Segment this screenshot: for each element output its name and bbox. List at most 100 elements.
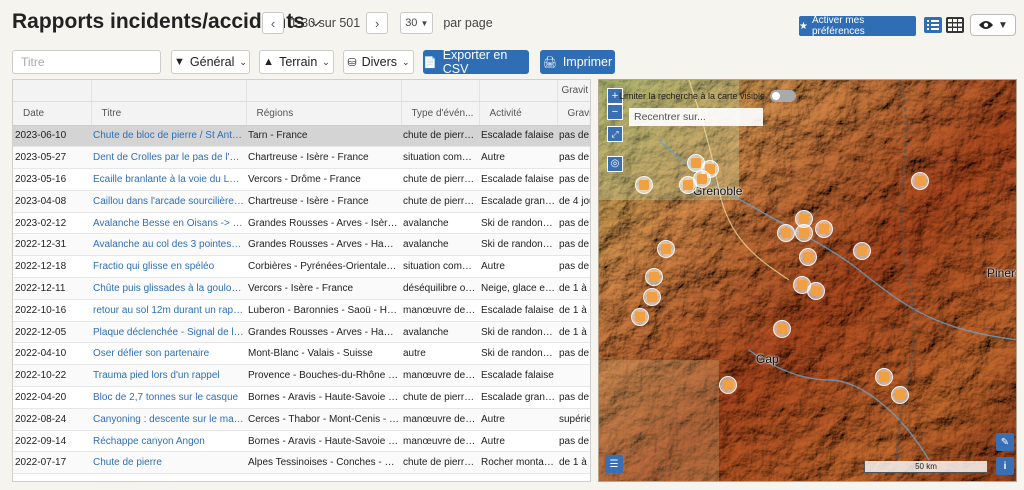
eye-icon: [979, 21, 994, 29]
cell-title[interactable]: Trauma pied lors d'un rappel: [91, 364, 246, 388]
cell-gravity: pas de b: [557, 168, 590, 191]
incident-marker[interactable]: [777, 224, 795, 242]
column-header-title[interactable]: Titre: [91, 101, 247, 126]
cell-title[interactable]: Canyoning : descente sur le mauvais...: [91, 408, 246, 431]
prev-page-button[interactable]: ‹: [262, 12, 284, 34]
zoom-out-button[interactable]: −: [607, 104, 623, 120]
table-row[interactable]: 2022-10-16 retour au sol 12m durant un ra…: [13, 299, 590, 322]
cell-title[interactable]: Caillou dans l'arcade sourcilière aux...: [91, 190, 246, 213]
cell-title[interactable]: Plaque déclenchée - Signal de la Gr...: [91, 321, 246, 344]
recenter-input[interactable]: [629, 108, 763, 126]
table-row[interactable]: 2023-05-27 Dent de Crolles par le pas de …: [13, 146, 590, 170]
table-row[interactable]: 2022-07-17 Chute de pierre Alpes Tessinois…: [13, 451, 590, 475]
incident-marker[interactable]: [631, 308, 649, 326]
cell-title[interactable]: Ecaille branlante à la voie du Levant: [91, 168, 246, 191]
locate-button[interactable]: ◎: [607, 156, 623, 172]
cell-activity: Escalade falaise: [479, 168, 557, 191]
incident-marker[interactable]: [799, 248, 817, 266]
edit-button[interactable]: ✎: [996, 433, 1014, 451]
column-header-date[interactable]: Date: [13, 101, 92, 126]
cell-event-type: situation comple...: [401, 255, 479, 279]
cell-region: Alpes Tessinoises - Conches - Goms...: [246, 451, 401, 475]
cell-activity: Neige, glace et ...: [479, 277, 557, 300]
cell-date: 2023-05-27: [13, 146, 91, 170]
table-row[interactable]: 2022-12-05 Plaque déclenchée - Signal de …: [13, 321, 590, 344]
cell-title[interactable]: Avalanche au col des 3 pointes, sans...: [91, 233, 246, 257]
table-row[interactable]: 2022-12-11 Chûte puis glissades à la goul…: [13, 277, 590, 300]
cell-title[interactable]: Chute de bloc de pierre / St Antonin: [91, 125, 246, 148]
cell-title[interactable]: Bloc de 2,7 tonnes sur le casque: [91, 386, 246, 409]
incident-marker[interactable]: [645, 268, 663, 286]
table-row[interactable]: 2022-04-20 Bloc de 2,7 tonnes sur le casq…: [13, 386, 590, 409]
incident-marker[interactable]: [853, 242, 871, 260]
table-row[interactable]: 2022-04-10 Oser défier son partenaire Mont…: [13, 342, 590, 366]
per-page-select[interactable]: 30 ▼: [400, 12, 434, 34]
title-search-input[interactable]: [12, 50, 161, 74]
map-panel[interactable]: + − ⤢ ◎ Limiter la recherche à la carte …: [598, 79, 1017, 482]
incident-marker-icon: [777, 324, 787, 334]
incident-marker-icon: [811, 286, 821, 296]
incident-marker-icon: [635, 312, 645, 322]
fullscreen-button[interactable]: ⤢: [607, 126, 623, 142]
table-row[interactable]: 2023-05-16 Ecaille branlante à la voie du…: [13, 168, 590, 191]
print-label: Imprimer: [562, 55, 613, 69]
incident-marker[interactable]: [719, 376, 737, 394]
terrain-filter-button[interactable]: ▲ Terrain ⌄: [259, 50, 334, 74]
table-row[interactable]: 2022-12-31 Avalanche au col des 3 pointes…: [13, 233, 590, 257]
limit-toggle[interactable]: [770, 90, 797, 102]
cell-title[interactable]: Fractio qui glisse en spéléo: [91, 255, 246, 279]
print-button[interactable]: 🖨 Imprimer: [540, 50, 615, 74]
general-filter-label: Général: [189, 55, 235, 69]
column-header-gravity[interactable]: Gravit: [557, 101, 590, 126]
visibility-menu-button[interactable]: ▼: [970, 14, 1016, 36]
cell-activity: Escalade falaise: [479, 299, 557, 322]
layers-button[interactable]: ☰: [605, 455, 623, 473]
cell-title[interactable]: Avalanche Besse en Oisans -> plateau: [91, 212, 246, 235]
incident-marker[interactable]: [643, 288, 661, 306]
export-csv-button[interactable]: 📄 Exporter en CSV: [423, 48, 529, 76]
cell-title[interactable]: Dent de Crolles par le pas de l'oeil: [91, 146, 246, 170]
incident-marker[interactable]: [795, 224, 813, 242]
limit-to-visible-map[interactable]: Limiter la recherche à la carte visible: [619, 90, 797, 102]
table-row[interactable]: 2022-09-14 Réchappe canyon Angon Bornes - …: [13, 430, 590, 453]
incident-marker[interactable]: [875, 368, 893, 386]
next-page-button[interactable]: ›: [366, 12, 389, 34]
cell-region: Chartreuse - Isère - France: [246, 146, 401, 170]
activate-preferences-button[interactable]: ★ Activer mes préférences: [799, 15, 916, 37]
general-filter-button[interactable]: ▼ Général ⌄: [171, 50, 250, 74]
column-header-activity[interactable]: Activité: [479, 101, 558, 126]
incident-marker[interactable]: [635, 176, 653, 194]
table-row[interactable]: 2022-12-18 Fractio qui glisse en spéléo Co…: [13, 255, 590, 279]
table-row[interactable]: 2022-08-24 Canyoning : descente sur le ma…: [13, 408, 590, 431]
page-title-text: Rapports incidents/accidents: [12, 10, 305, 33]
table-row[interactable]: 2022-10-22 Trauma pied lors d'un rappel Pr…: [13, 364, 590, 388]
table-row[interactable]: 2023-04-08 Caillou dans l'arcade sourcili…: [13, 190, 590, 213]
chevron-down-icon: ⌄: [402, 56, 410, 67]
incident-marker[interactable]: [679, 176, 697, 194]
divers-filter-button[interactable]: ⛁ Divers ⌄: [343, 50, 414, 74]
incident-marker-icon: [691, 158, 701, 168]
cell-event-type: chute de pierre/...: [401, 125, 479, 148]
plus-icon: +: [611, 89, 619, 102]
cell-region: Vercors - Drôme - France: [246, 168, 401, 191]
incident-marker[interactable]: [911, 172, 929, 190]
cell-title[interactable]: retour au sol 12m durant un rappel: [91, 299, 246, 322]
column-header-regions[interactable]: Régions: [246, 101, 402, 126]
info-button[interactable]: i: [996, 457, 1014, 475]
incident-marker[interactable]: [773, 320, 791, 338]
cell-title[interactable]: Oser défier son partenaire: [91, 342, 246, 366]
incident-marker[interactable]: [891, 386, 909, 404]
table-row[interactable]: 2023-06-10 Chute de bloc de pierre / St A…: [13, 125, 590, 148]
cell-title[interactable]: Réchappe canyon Angon: [91, 430, 246, 453]
cell-title[interactable]: Chute de pierre: [91, 451, 246, 475]
incident-marker[interactable]: [657, 240, 675, 258]
list-view-button[interactable]: [922, 14, 944, 36]
cell-date: 2022-07-17: [13, 451, 91, 475]
grid-view-button[interactable]: [944, 14, 966, 36]
cell-title[interactable]: Chûte puis glissades à la goulotte d...: [91, 277, 246, 300]
column-header-event-type[interactable]: Type d'évén...: [401, 101, 480, 126]
table-row[interactable]: 2023-02-12 Avalanche Besse en Oisans -> p…: [13, 212, 590, 235]
incident-marker[interactable]: [807, 282, 825, 300]
map-scale: 50 km: [864, 461, 988, 473]
incident-marker[interactable]: [815, 220, 833, 238]
